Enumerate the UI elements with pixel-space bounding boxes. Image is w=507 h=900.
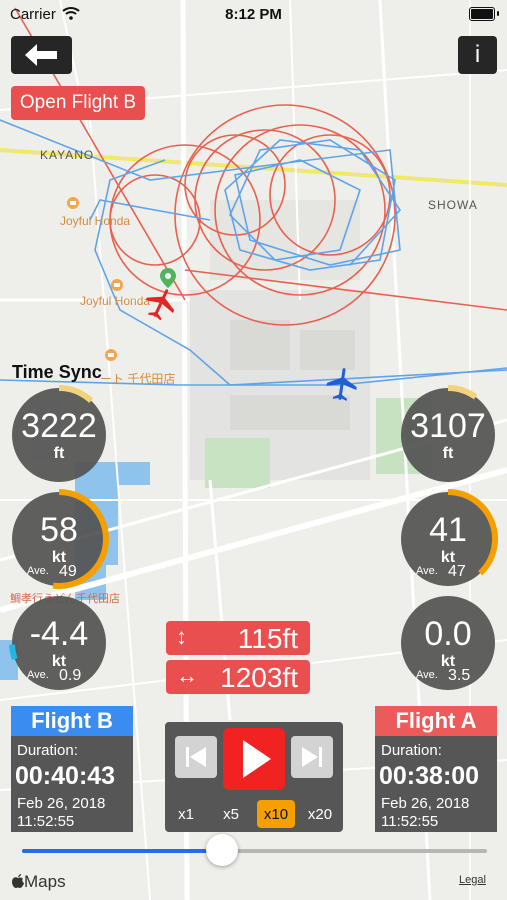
speed-value: 41 xyxy=(429,511,467,549)
flight-b-altitude-gauge: 3222 ft xyxy=(9,385,109,485)
skip-forward-icon xyxy=(302,747,322,767)
battery-icon xyxy=(469,7,499,21)
vspeed-value: 0.0 xyxy=(424,615,472,653)
shop-pin-icon xyxy=(67,197,79,209)
flight-b-plane-icon xyxy=(326,368,357,401)
flight-b-time: 11:52:55 xyxy=(17,813,75,830)
vspeed-ave-value: 0.9 xyxy=(59,667,82,684)
map-label-store: ート 千代田店 xyxy=(100,372,176,386)
flight-a-date: Feb 26, 2018 xyxy=(381,795,470,812)
altitude-value: 3107 xyxy=(410,407,486,445)
flight-a-duration-label: Duration: xyxy=(381,742,442,759)
skip-back-button[interactable] xyxy=(175,736,217,778)
flight-a-time: 11:52:55 xyxy=(381,813,439,830)
map-label-kayano: KAYANO xyxy=(40,148,95,162)
timeline-thumb[interactable] xyxy=(205,834,238,866)
map-label-joyful-honda-2: Joyful Honda xyxy=(80,294,151,308)
speed-ave-label: Ave. xyxy=(416,565,438,577)
flight-b-panel: Flight B Duration: 00:40:43 Feb 26, 2018… xyxy=(11,706,133,832)
map-marker-icon xyxy=(160,268,176,288)
altitude-unit: ft xyxy=(53,445,65,462)
skip-back-icon xyxy=(186,747,206,767)
flight-a-plane-icon xyxy=(145,289,175,320)
flight-a-duration: 00:38:00 xyxy=(379,762,480,790)
map-label-joyful-honda: Joyful Honda xyxy=(60,214,131,228)
flight-a-panel: Flight A Duration: 00:38:00 Feb 26, 2018… xyxy=(375,706,497,832)
shop-pin-icon xyxy=(105,349,117,361)
back-arrow-icon xyxy=(24,44,57,66)
horizontal-separation-value: 1203ft xyxy=(220,662,298,693)
back-button[interactable] xyxy=(11,36,72,74)
horizontal-separation-badge: ↔ 1203ft xyxy=(166,660,310,694)
horizontal-arrows-icon: ↔ xyxy=(176,663,198,688)
time-sync-label[interactable]: Time Sync xyxy=(12,362,102,383)
vspeed-ave-label: Ave. xyxy=(416,669,438,681)
speed-ave-label: Ave. xyxy=(27,565,49,577)
flight-b-duration: 00:40:43 xyxy=(15,762,116,790)
flight-b-duration-label: Duration: xyxy=(17,742,78,759)
flight-b-vspeed-gauge: -4.4 kt Ave. 0.9 xyxy=(9,593,109,693)
open-flight-button[interactable]: Open Flight B xyxy=(11,86,145,120)
speed-ave-value: 49 xyxy=(59,563,77,580)
legal-link[interactable]: Legal xyxy=(459,874,486,886)
play-button[interactable] xyxy=(223,728,285,790)
info-button[interactable]: i xyxy=(458,36,497,74)
timeline-progress xyxy=(22,849,222,853)
maps-logo-text: Maps xyxy=(24,872,66,891)
apple-logo-icon xyxy=(12,874,24,888)
vertical-arrows-icon: ↕ xyxy=(176,624,187,649)
flight-b-title: Flight B xyxy=(11,706,133,736)
flight-b-speed-gauge: 58 kt Ave. 49 xyxy=(9,489,109,589)
clock-time: 8:12 PM xyxy=(225,6,282,23)
vertical-separation-value: 115ft xyxy=(237,623,298,654)
flight-a-vspeed-gauge: 0.0 kt Ave. 3.5 xyxy=(398,593,498,693)
vspeed-value: -4.4 xyxy=(29,615,89,653)
speed-value: 58 xyxy=(40,511,78,549)
skip-forward-button[interactable] xyxy=(291,736,333,778)
speed-x20-button[interactable]: x20 xyxy=(301,800,339,828)
maps-logo: Maps xyxy=(12,872,66,892)
playback-controls: x1 x5 x10 x20 xyxy=(165,722,343,832)
flight-a-altitude-gauge: 3107 ft xyxy=(398,385,498,485)
vspeed-ave-value: 3.5 xyxy=(448,667,471,684)
altitude-unit: ft xyxy=(442,445,454,462)
speed-x1-button[interactable]: x1 xyxy=(167,800,205,828)
flight-a-speed-gauge: 41 kt Ave. 47 xyxy=(398,489,498,589)
vertical-separation-badge: ↕ 115ft xyxy=(166,621,310,655)
play-icon xyxy=(243,740,271,778)
speed-x5-button[interactable]: x5 xyxy=(212,800,250,828)
flight-a-title: Flight A xyxy=(375,706,497,736)
altitude-value: 3222 xyxy=(21,407,97,445)
speed-ave-value: 47 xyxy=(448,563,466,580)
shop-pin-icon xyxy=(111,279,123,291)
timeline-slider[interactable] xyxy=(22,834,487,866)
speed-x10-button[interactable]: x10 xyxy=(257,800,295,828)
vspeed-ave-label: Ave. xyxy=(27,669,49,681)
flight-b-date: Feb 26, 2018 xyxy=(17,795,106,812)
map-label-showa: SHOWA xyxy=(428,198,478,212)
status-bar: Carrier 8:12 PM xyxy=(0,0,507,28)
